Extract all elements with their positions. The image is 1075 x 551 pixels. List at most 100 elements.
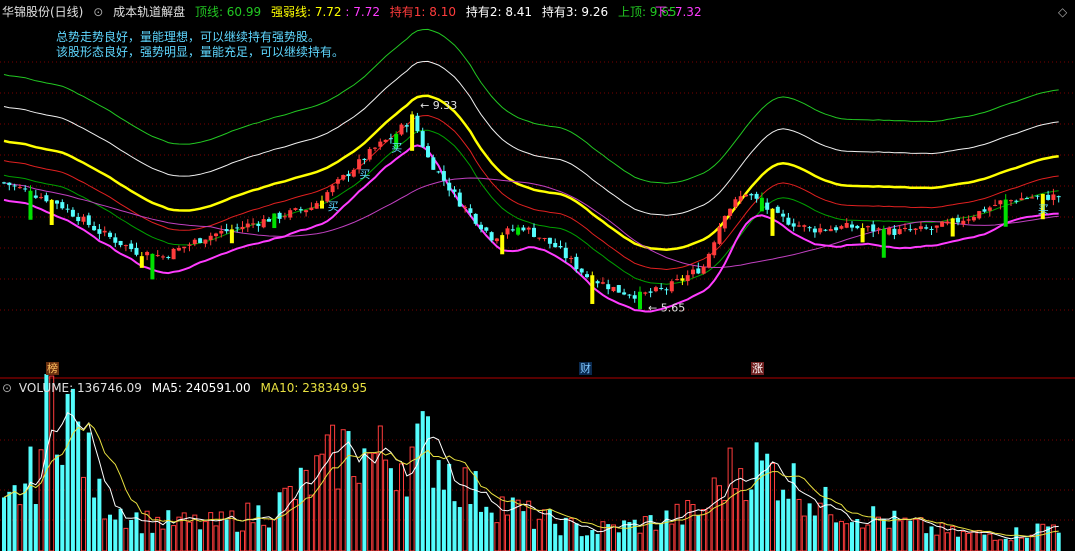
indicator-dropdown-icon[interactable]: ⊙: [93, 5, 103, 19]
volume-bar: [108, 514, 112, 551]
volume-bar: [462, 467, 468, 551]
candle-body: [685, 275, 690, 282]
candle-body: [722, 215, 727, 229]
volume-bar: [563, 517, 568, 551]
volume-bar: [399, 463, 404, 551]
candle-body: [33, 195, 38, 198]
candle-body: [198, 238, 203, 243]
volume-bar: [838, 520, 844, 551]
volume-bar: [801, 515, 807, 551]
candle-body: [214, 233, 218, 237]
stock-title[interactable]: 华锦股份(日线): [2, 5, 83, 19]
volume-bar: [637, 532, 643, 551]
volume-bar: [616, 532, 621, 551]
volume-bar: [743, 500, 749, 551]
candle-body: [770, 208, 775, 236]
candle-body: [86, 215, 91, 225]
candle-body: [203, 239, 208, 244]
volume-bar: [324, 434, 330, 551]
indicator-name[interactable]: 成本轨道解盘: [113, 5, 185, 19]
candle-body: [950, 218, 955, 237]
candle-body: [436, 171, 441, 173]
candle-body: [182, 246, 187, 249]
volume-bar: [388, 468, 393, 551]
yellow-band-line: [3, 94, 1059, 252]
down-label: 下: 7.32: [655, 5, 702, 19]
candle-body: [335, 179, 340, 184]
collapse-icon[interactable]: ◇: [1058, 3, 1067, 21]
volume-dropdown-icon[interactable]: ⊙: [2, 381, 12, 395]
candle-body: [65, 208, 70, 210]
candle-body: [505, 228, 510, 235]
volume-bar: [129, 519, 134, 551]
volume-bar: [600, 521, 606, 551]
candle-body: [574, 256, 579, 270]
candle-body: [648, 291, 653, 293]
volume-bar: [685, 499, 691, 551]
volume-bar: [542, 509, 548, 551]
volume-bar: [579, 536, 584, 551]
volume-bar: [484, 506, 489, 551]
buy-signal: 买: [1038, 203, 1049, 216]
candle-body: [823, 229, 828, 231]
candle-body: [447, 182, 452, 191]
volume-bar: [118, 508, 123, 551]
candle-body: [388, 138, 393, 140]
candle-body: [404, 125, 409, 127]
candle-body: [733, 199, 738, 207]
volume-bar: [648, 515, 653, 551]
volume-bar: [44, 374, 49, 551]
volume-bar: [653, 529, 659, 551]
candle-body: [44, 195, 49, 202]
volume-bar: [362, 448, 367, 551]
candle-body: [961, 220, 966, 225]
candle-body: [600, 282, 605, 284]
price-annotation: ← 9.33: [420, 99, 457, 112]
volume-bar: [717, 485, 722, 551]
volume-bar: [590, 530, 595, 551]
candle-body: [547, 237, 552, 244]
candle-body: [272, 213, 277, 229]
candle-body: [606, 284, 611, 290]
volume-bar: [187, 521, 192, 551]
note-line-2: 该股形态良好，强势明显，量能充足，可以继续持有。: [56, 45, 345, 59]
candle-body: [102, 230, 107, 233]
candle-body: [431, 157, 436, 170]
candle-body: [39, 197, 44, 199]
candle-body: [150, 253, 155, 280]
candle-body: [977, 211, 982, 219]
volume-bar: [65, 393, 70, 551]
volume-bar: [351, 476, 357, 551]
volume-bar: [902, 517, 908, 551]
candle-body: [1003, 199, 1008, 227]
candle-body: [632, 295, 637, 299]
volume-bar: [60, 464, 65, 551]
candle-body: [97, 229, 102, 234]
candle-body: [155, 255, 160, 257]
candle-body: [701, 266, 706, 274]
candle-body: [807, 227, 812, 229]
candle-body: [924, 227, 929, 229]
candle-body: [908, 229, 913, 231]
candle-body: [245, 223, 250, 228]
volume-bar: [267, 527, 271, 551]
volume-bar: [568, 517, 574, 551]
hold1-label: 持有1: 8.10: [389, 5, 457, 19]
volume-bar: [7, 491, 12, 551]
volume-bar: [245, 502, 251, 551]
candle-body: [940, 221, 945, 227]
candle-body: [293, 208, 298, 210]
candle-body: [712, 242, 717, 256]
volume-bar: [908, 520, 913, 551]
candle-body: [55, 200, 59, 204]
candle-body: [818, 228, 823, 233]
buy-signal: 买: [359, 168, 370, 181]
volume-bar: [924, 533, 929, 551]
candle-body: [176, 247, 181, 251]
candle-body: [881, 229, 886, 258]
candle-body: [298, 209, 303, 211]
volume-bar: [447, 463, 452, 551]
volume-bar: [738, 468, 744, 551]
candle-body: [49, 199, 54, 226]
volume-bar: [1014, 527, 1019, 551]
